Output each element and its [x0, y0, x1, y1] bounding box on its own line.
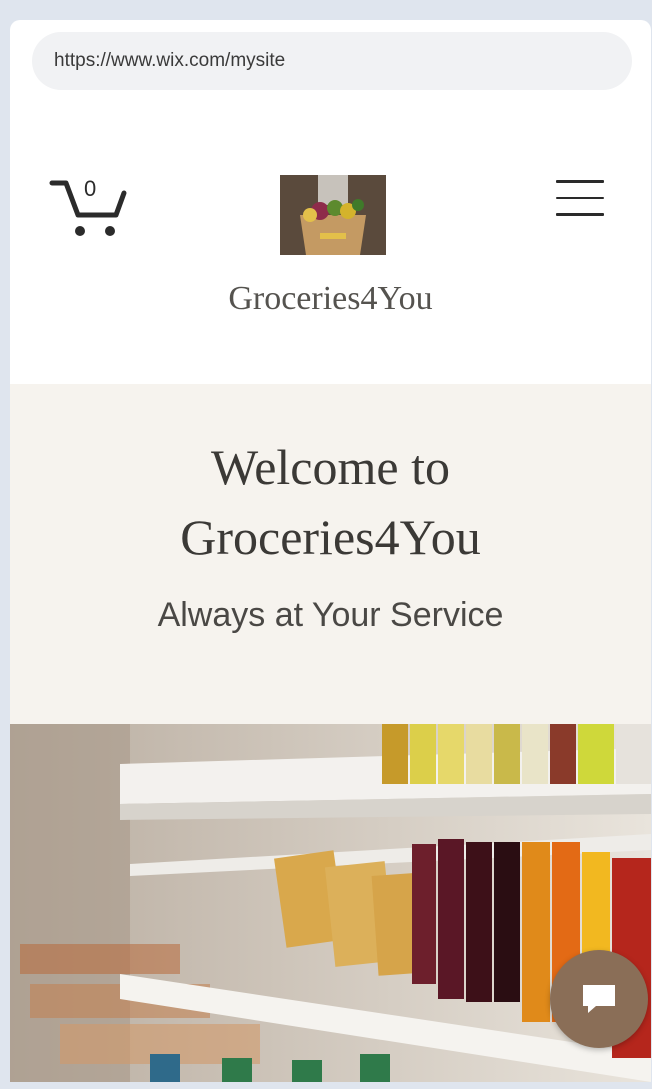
- site-logo[interactable]: [280, 175, 386, 255]
- site-header: 0 Groceries4You: [10, 120, 651, 385]
- chat-icon: [583, 985, 615, 1013]
- url-bar[interactable]: https://www.wix.com/mysite: [32, 32, 632, 90]
- chat-button[interactable]: [550, 950, 648, 1048]
- hero-section: Welcome to Groceries4You Always at Your …: [10, 384, 651, 724]
- supermarket-shelf-photo: [10, 724, 651, 1082]
- cart-count-badge: 0: [84, 176, 97, 201]
- site-name[interactable]: Groceries4You: [10, 280, 651, 318]
- hero-subtitle: Always at Your Service: [157, 596, 504, 634]
- shelf-image: [10, 724, 651, 1082]
- hero-title: Welcome to Groceries4You: [10, 432, 651, 572]
- grocery-bag-logo-image: [280, 175, 386, 255]
- browser-frame: https://www.wix.com/mysite 0 Groceries4Y…: [10, 20, 651, 1082]
- menu-icon: [556, 180, 604, 216]
- menu-button[interactable]: [556, 180, 604, 228]
- hero-title-line2: Groceries4You: [180, 509, 481, 565]
- hero-title-line1: Welcome to: [211, 439, 450, 495]
